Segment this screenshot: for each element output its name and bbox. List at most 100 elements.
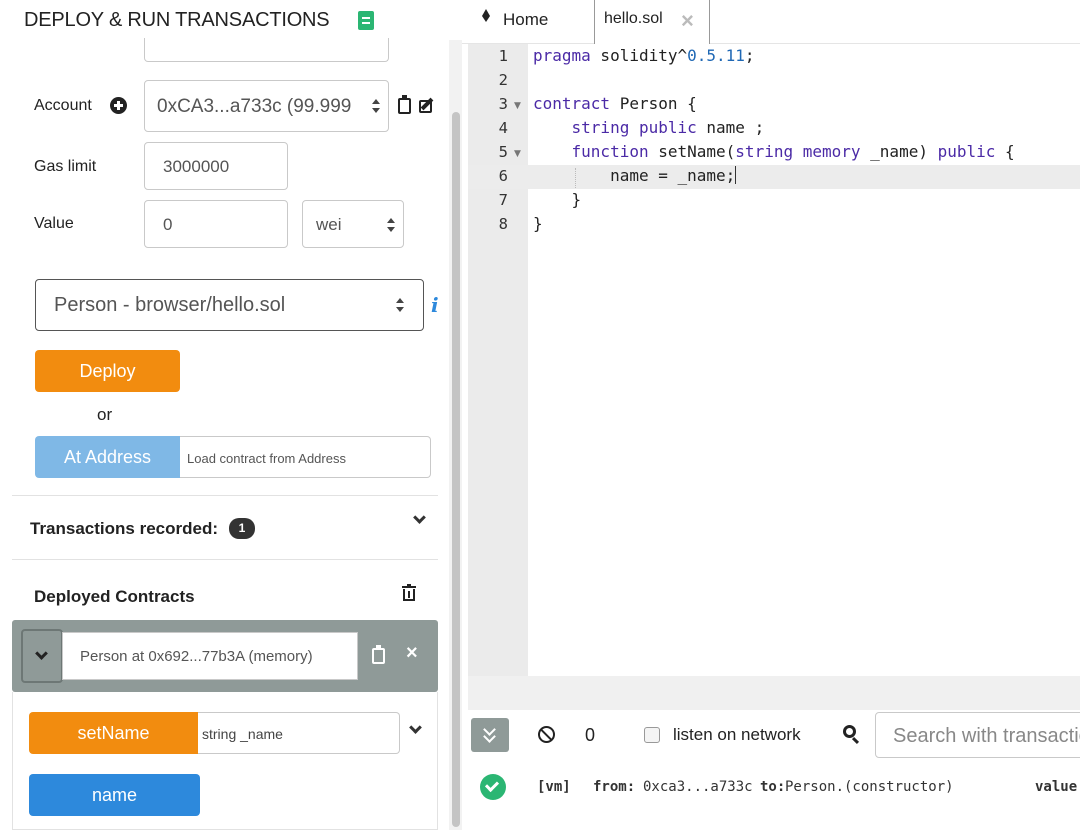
at-address-button[interactable]: At Address [35,436,180,478]
value-input[interactable]: 0 [144,200,288,248]
log-to-label: to: [760,779,786,795]
remix-logo-icon [482,9,490,22]
chevron-down-icon[interactable] [413,511,426,524]
line-number: 8 [498,215,508,233]
line-number: 3 [498,95,508,113]
add-account-icon[interactable] [110,97,127,114]
code-token: pragma solidity^0.5.11; [533,46,755,65]
value-label: Value [34,215,74,232]
edit-icon[interactable] [419,97,436,114]
instance-address: Person at 0x692...77b3A (memory) [80,648,313,665]
account-select[interactable]: 0xCA3...a733c (99.999 [144,80,389,132]
code-line-3: contract Person { [533,94,697,113]
or-text: or [97,405,113,424]
account-value: 0xCA3...a733c (99.999 [157,96,352,117]
chevron-down-icon [35,647,48,660]
divider [12,495,438,496]
tab-home-label: Home [503,10,549,29]
close-icon[interactable]: × [406,642,418,665]
code-line-4: string public name ; [533,118,765,137]
address-input[interactable]: Load contract from Address [180,436,431,478]
transactions-recorded-label[interactable]: Transactions recorded: [30,519,218,539]
editor-tabs: Home hello.sol × [462,0,1080,44]
gas-limit-label: Gas limit [34,158,97,175]
panel-scrollbar-thumb[interactable] [452,112,460,827]
setname-placeholder: string _name [202,726,283,742]
listen-network-label: listen on network [673,725,801,744]
select-arrows-icon [395,296,405,314]
log-tag: [vm] [537,779,571,795]
copy-icon[interactable] [372,645,385,664]
code-token: name = _name; [533,166,736,185]
search-placeholder: Search with transaction hash or address [893,725,1080,747]
code-line-1: pragma solidity^0.5.11; [533,46,755,65]
environment-select[interactable] [144,38,389,62]
tab-hello-label: hello.sol [604,10,663,27]
panel-title: DEPLOY & RUN TRANSACTIONS [24,9,330,31]
address-placeholder: Load contract from Address [187,451,346,466]
info-icon[interactable]: i [431,293,439,317]
log-to-value: Person.(constructor) [785,779,954,795]
pending-count: 0 [585,725,596,745]
transaction-search-input[interactable]: Search with transaction hash or address [875,712,1080,758]
close-tab-icon[interactable]: × [681,8,694,34]
deploy-button[interactable]: Deploy [35,350,180,392]
listen-network-checkbox[interactable] [644,727,660,743]
log-value-label: value [1035,779,1078,795]
terminal-resize-bar[interactable] [468,676,1080,710]
select-arrows-icon [371,97,381,115]
expand-instance-button[interactable] [21,629,63,683]
line-number: 7 [498,191,508,209]
line-number: 4 [498,119,508,137]
contract-instance-body: setName string _name name [12,692,438,830]
copy-icon[interactable] [398,95,411,114]
gas-limit-input[interactable]: 3000000 [144,142,288,190]
instance-address-field: Person at 0x692...77b3A (memory) [62,632,358,680]
contract-select[interactable]: Person - browser/hello.sol [35,279,424,331]
unit-value: wei [316,215,342,234]
line-number: 1 [498,47,508,65]
search-icon [843,725,860,745]
code-line-6: name = _name; [533,166,737,185]
log-from-label: from: [593,779,636,795]
deployed-contracts-label: Deployed Contracts [34,587,195,606]
code-line-5: function setName(string memory _name) pu… [533,142,1015,161]
value-amount: 0 [163,215,173,234]
contract-instance-header: Person at 0x692...77b3A (memory) × [12,620,438,692]
tab-hello-sol[interactable]: hello.sol × [594,0,710,44]
terminal-toolbar: 0 listen on network Search with transact… [468,710,1080,760]
success-check-icon [480,774,506,800]
code-token: contract Person { [533,94,697,113]
setname-input[interactable]: string _name [198,712,400,754]
divider [12,559,438,560]
indent-guide [575,168,576,188]
code-editor[interactable] [528,44,1080,676]
select-arrows-icon [386,216,396,234]
trash-icon[interactable] [402,584,416,601]
log-from-value: 0xca3...a733c [643,779,753,795]
fold-arrow-icon[interactable]: ▼ [514,149,521,159]
contract-select-value: Person - browser/hello.sol [54,294,286,316]
deploy-run-panel: DEPLOY & RUN TRANSACTIONS Account 0xCA3.… [0,0,462,830]
text-caret [735,166,737,184]
setname-button[interactable]: setName [29,712,198,754]
account-label: Account [34,97,92,114]
line-gutter [468,44,528,676]
code-token: string public name ; [571,118,765,137]
gas-limit-value: 3000000 [163,157,230,176]
toggle-terminal-button[interactable] [471,718,509,752]
transactions-count-badge: 1 [229,518,255,539]
code-token: } [533,190,582,209]
name-button[interactable]: name [29,774,200,816]
line-number: 2 [498,71,508,89]
code-line-7: } [533,190,582,209]
code-line-8: } [533,214,543,233]
documentation-icon[interactable] [358,11,374,30]
chevron-down-icon[interactable] [409,721,422,734]
fold-arrow-icon[interactable]: ▼ [514,101,521,111]
line-number: 5 [498,143,508,161]
clear-console-icon[interactable] [538,726,555,743]
unit-select[interactable]: wei [302,200,404,248]
line-number: 6 [498,167,508,185]
code-token: function setName(string memory _name) pu… [571,142,1015,161]
